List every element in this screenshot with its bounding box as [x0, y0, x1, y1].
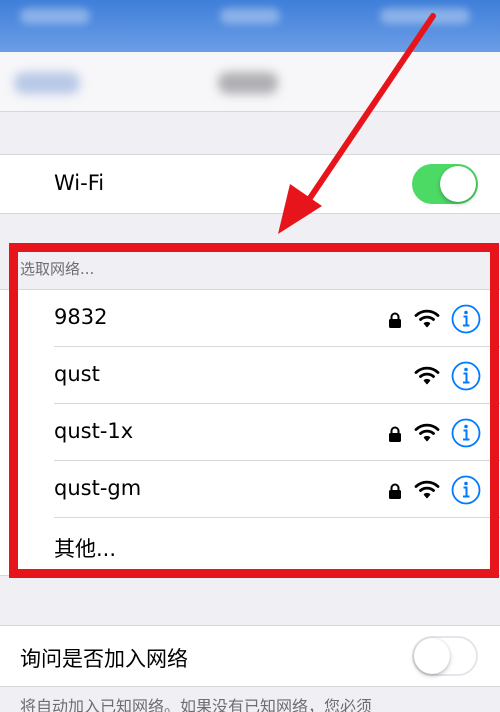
wifi-row: Wi-Fi — [0, 154, 500, 214]
wifi-icon — [414, 309, 440, 328]
network-row-qust-gm[interactable]: qust-gm — [0, 461, 500, 518]
ask-to-join-row: 询问是否加入网络 — [0, 625, 500, 687]
nav-bar — [0, 52, 500, 112]
wifi-icon — [414, 480, 440, 499]
wifi-toggle[interactable] — [412, 164, 478, 204]
info-icon[interactable] — [451, 475, 481, 505]
lock-icon — [389, 483, 401, 499]
footer-text: 将自动加入已知网络。如果没有已知网络，您必须 — [20, 697, 373, 712]
lock-icon — [389, 312, 401, 328]
network-row-qust[interactable]: qust — [0, 347, 500, 404]
network-list: 9832 qust qust-1x qust-gm 其他... — [0, 289, 500, 576]
back-button[interactable] — [14, 72, 80, 94]
toggle-knob — [414, 638, 450, 674]
nav-title — [218, 72, 278, 94]
info-icon[interactable] — [451, 361, 481, 391]
section-header: 选取网络... — [20, 260, 95, 278]
lock-icon — [389, 426, 401, 442]
network-name: 9832 — [54, 305, 108, 329]
network-row-other[interactable]: 其他... — [0, 518, 500, 575]
toggle-knob — [440, 166, 476, 202]
info-icon[interactable] — [451, 418, 481, 448]
network-name: qust-1x — [54, 419, 134, 443]
wifi-label: Wi-Fi — [54, 171, 105, 195]
network-row-qust-1x[interactable]: qust-1x — [0, 404, 500, 461]
network-row-9832[interactable]: 9832 — [0, 290, 500, 347]
wifi-icon — [414, 366, 440, 385]
ask-to-join-label: 询问是否加入网络 — [20, 647, 188, 671]
network-name: qust — [54, 362, 100, 386]
wifi-icon — [414, 423, 440, 442]
other-network-label: 其他... — [54, 537, 117, 561]
status-bar — [0, 0, 500, 52]
ask-to-join-toggle[interactable] — [412, 636, 478, 676]
info-icon[interactable] — [451, 304, 481, 334]
network-name: qust-gm — [54, 476, 142, 500]
